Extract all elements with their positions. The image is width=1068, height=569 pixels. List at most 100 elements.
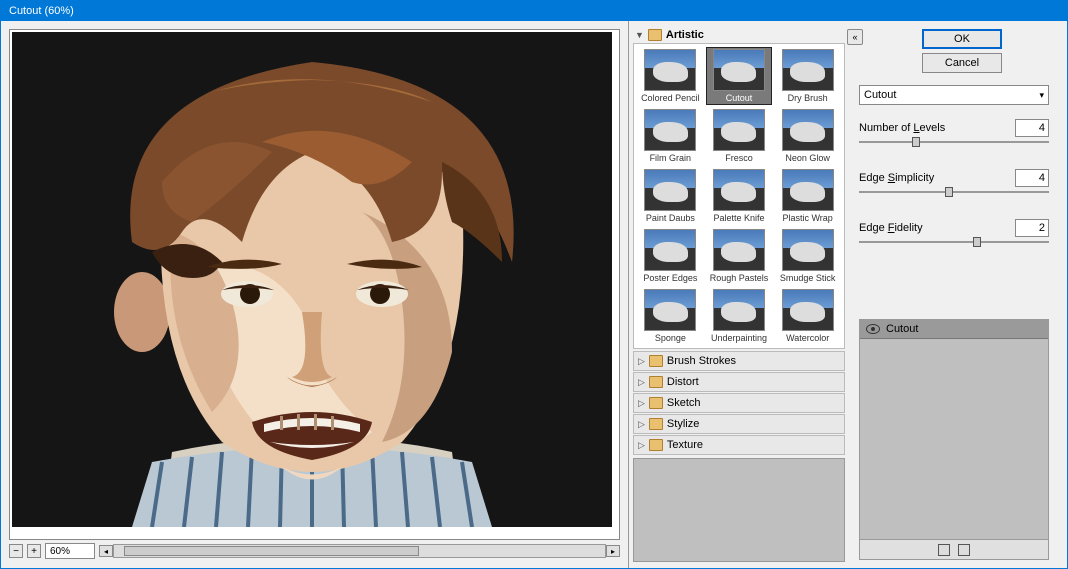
param-input-edge-simplicity[interactable]: [1015, 169, 1049, 187]
filters-pane: ▼ Artistic Colored Pencil CutoutDry Brush…: [629, 21, 849, 568]
thumb-label: Watercolor: [776, 333, 839, 343]
filter-thumb-smudge-stick[interactable]: Smudge Stick: [774, 227, 841, 285]
zoom-in-button[interactable]: +: [27, 544, 41, 558]
filter-thumb-paint-daubs[interactable]: Paint Daubs: [637, 167, 704, 225]
thumb-label: Rough Pastels: [708, 273, 771, 283]
new-effect-layer-icon[interactable]: [938, 544, 950, 556]
category-label: Brush Strokes: [667, 355, 736, 367]
thumb-label: Underpainting: [708, 333, 771, 343]
category-stylize[interactable]: ▷Stylize: [633, 414, 845, 434]
folder-icon: [649, 418, 663, 430]
thumb-label: Smudge Stick: [776, 273, 839, 283]
thumb-label: Neon Glow: [776, 153, 839, 163]
preview-canvas: [12, 32, 612, 527]
filter-thumb-colored-pencil[interactable]: Colored Pencil: [637, 47, 704, 105]
category-label: Stylize: [667, 418, 699, 430]
param-input-number-of-levels[interactable]: [1015, 119, 1049, 137]
filter-thumb-rough-pastels[interactable]: Rough Pastels: [706, 227, 773, 285]
window-title: Cutout (60%): [9, 5, 74, 17]
expand-icon: ▷: [638, 398, 645, 409]
thumb-preview-icon: [644, 289, 696, 331]
title-bar: Cutout (60%): [1, 1, 1067, 21]
horizontal-scrollbar[interactable]: [113, 544, 606, 558]
param-row-edge-simplicity: Edge Simplicity: [859, 169, 1049, 187]
category-artistic-header[interactable]: ▼ Artistic: [633, 27, 845, 43]
thumb-preview-icon: [782, 49, 834, 91]
effect-layer-row[interactable]: Cutout: [860, 320, 1048, 339]
thumb-preview-icon: [713, 49, 765, 91]
param-row-edge-fidelity: Edge Fidelity: [859, 219, 1049, 237]
thumb-label: Cutout: [708, 93, 771, 103]
zoom-out-button[interactable]: −: [9, 544, 23, 558]
thumb-preview-icon: [713, 229, 765, 271]
filter-thumb-poster-edges[interactable]: Poster Edges: [637, 227, 704, 285]
param-row-number-of-levels: Number of Levels: [859, 119, 1049, 137]
effect-layers-panel: Cutout: [859, 319, 1049, 560]
thumb-preview-icon: [644, 169, 696, 211]
visibility-eye-icon[interactable]: [866, 324, 880, 334]
filter-thumbnails-grid: Colored Pencil CutoutDry Brush Film Grain F…: [633, 43, 845, 349]
thumb-preview-icon: [713, 169, 765, 211]
main-area: − + ◂ ▸ ▼ Artistic Colored PencilCutoutD…: [1, 21, 1067, 568]
preview-controls: − + ◂ ▸: [9, 542, 620, 560]
collapse-settings-button[interactable]: «: [847, 29, 863, 45]
category-sketch[interactable]: ▷ Sketch: [633, 393, 845, 413]
delete-effect-layer-icon[interactable]: [958, 544, 970, 556]
layers-footer: [860, 539, 1048, 559]
thumb-label: Sponge: [639, 333, 702, 343]
thumb-label: Colored Pencil: [639, 93, 702, 103]
thumb-preview-icon: [713, 289, 765, 331]
effect-layer-label: Cutout: [886, 323, 918, 335]
cancel-button[interactable]: Cancel: [922, 53, 1002, 73]
param-slider-edge-simplicity[interactable]: [859, 189, 1049, 205]
param-label: Edge Simplicity: [859, 172, 934, 184]
folder-icon: [649, 355, 663, 367]
param-slider-edge-fidelity[interactable]: [859, 239, 1049, 255]
param-label: Number of Levels: [859, 122, 945, 134]
filter-thumb-cutout[interactable]: Cutout: [706, 47, 773, 105]
thumb-preview-icon: [644, 229, 696, 271]
thumb-label: Film Grain: [639, 153, 702, 163]
category-label: Artistic: [666, 29, 704, 41]
filter-thumb-palette-knife[interactable]: Palette Knife: [706, 167, 773, 225]
thumb-label: Palette Knife: [708, 213, 771, 223]
scroll-right-button[interactable]: ▸: [606, 545, 620, 557]
preview-viewport[interactable]: [9, 29, 620, 540]
category-brush-strokes[interactable]: ▷Brush Strokes: [633, 351, 845, 371]
filter-thumb-film-grain[interactable]: Film Grain: [637, 107, 704, 165]
thumb-preview-icon: [782, 169, 834, 211]
filter-thumb-watercolor[interactable]: Watercolor: [774, 287, 841, 345]
param-slider-number-of-levels[interactable]: [859, 139, 1049, 155]
filter-thumb-neon-glow[interactable]: Neon Glow: [774, 107, 841, 165]
folder-icon: [649, 397, 663, 409]
category-label: Texture: [667, 439, 703, 451]
filter-thumb-plastic-wrap[interactable]: Plastic Wrap: [774, 167, 841, 225]
ok-button[interactable]: OK: [922, 29, 1002, 49]
thumb-preview-icon: [713, 109, 765, 151]
filters-empty-area: [633, 458, 845, 562]
expand-icon: ▷: [638, 377, 645, 388]
param-input-edge-fidelity[interactable]: [1015, 219, 1049, 237]
filter-thumb-underpainting[interactable]: Underpainting: [706, 287, 773, 345]
category-texture[interactable]: ▷Texture: [633, 435, 845, 455]
category-label: Sketch: [667, 397, 701, 409]
folder-icon: [649, 376, 663, 388]
scroll-left-button[interactable]: ◂: [99, 545, 113, 557]
filter-thumb-fresco[interactable]: Fresco: [706, 107, 773, 165]
thumb-label: Fresco: [708, 153, 771, 163]
thumb-label: Plastic Wrap: [776, 213, 839, 223]
settings-pane: « OK Cancel Cutout ▾ Number of Levels Edg…: [849, 21, 1059, 568]
thumb-preview-icon: [644, 109, 696, 151]
filter-select-dropdown[interactable]: Cutout ▾: [859, 85, 1049, 105]
folder-icon: [648, 29, 662, 41]
chevron-down-icon: ▾: [1039, 90, 1044, 101]
param-label: Edge Fidelity: [859, 222, 923, 234]
category-distort[interactable]: ▷Distort: [633, 372, 845, 392]
filter-thumb-sponge[interactable]: Sponge: [637, 287, 704, 345]
thumb-preview-icon: [782, 289, 834, 331]
zoom-field[interactable]: [45, 543, 95, 559]
folder-icon: [649, 439, 663, 451]
filter-thumb-dry-brush[interactable]: Dry Brush: [774, 47, 841, 105]
thumb-label: Paint Daubs: [639, 213, 702, 223]
thumb-label: Poster Edges: [639, 273, 702, 283]
